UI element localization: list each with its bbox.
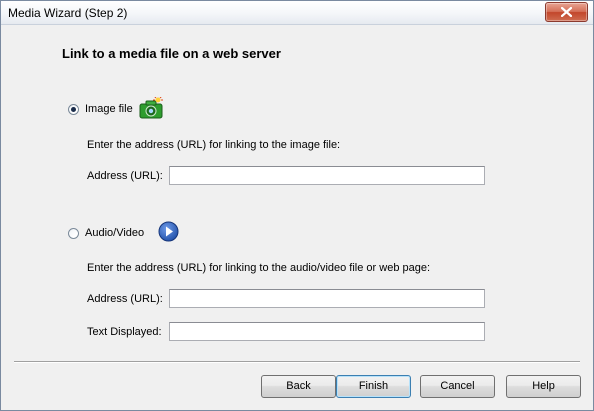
av-address-input[interactable] [169,289,485,308]
page-heading: Link to a media file on a web server [62,46,281,61]
finish-button[interactable]: Finish [336,375,411,398]
window-title: Media Wizard (Step 2) [8,6,128,20]
image-file-radio-label: Image file [85,103,133,115]
image-address-input[interactable] [169,166,485,185]
av-url-instruction: Enter the address (URL) for linking to t… [87,262,431,274]
audio-video-radio-label: Audio/Video [85,227,145,239]
footer-separator [14,361,580,363]
image-file-radio-button[interactable] [68,103,79,115]
title-bar[interactable]: Media Wizard (Step 2) [1,1,593,25]
image-url-instruction: Enter the address (URL) for linking to t… [87,139,341,151]
audio-video-radio[interactable]: Audio/Video [68,227,144,239]
media-wizard-dialog: Media Wizard (Step 2) Link to a media fi… [0,0,594,411]
close-icon [561,7,572,17]
av-address-label: Address (URL): [87,293,163,305]
image-address-label: Address (URL): [87,170,163,182]
text-displayed-label: Text Displayed: [87,326,162,338]
camera-icon [139,97,163,119]
play-icon [158,221,179,242]
back-button[interactable]: Back [261,375,336,398]
text-displayed-input[interactable] [169,322,485,341]
close-button[interactable] [545,2,588,22]
audio-video-radio-button[interactable] [68,227,79,239]
cancel-button[interactable]: Cancel [420,375,495,398]
help-button[interactable]: Help [506,375,581,398]
image-file-radio[interactable]: Image file [68,103,133,115]
